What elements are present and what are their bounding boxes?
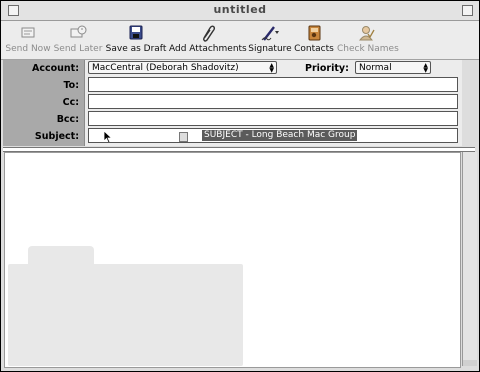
- title-bar[interactable]: untitled: [1, 1, 479, 21]
- popup-arrows-icon: ▲ ▼: [423, 62, 428, 74]
- drag-handle-icon: [179, 132, 188, 142]
- subject-value: SUBJECT - Long Beach Mac Group: [202, 130, 358, 141]
- folder-shape: [8, 264, 243, 366]
- toolbar: Send Now Send Later Save as Draft Add At…: [1, 21, 479, 60]
- arrow-cursor-icon: [103, 130, 113, 142]
- send-now-icon: [17, 24, 39, 42]
- paperclip-icon: [196, 24, 218, 42]
- popup-arrows-icon: ▲ ▼: [269, 62, 274, 74]
- to-label: To:: [63, 80, 79, 91]
- bcc-label: Bcc:: [56, 114, 79, 125]
- save-draft-icon: [125, 24, 147, 42]
- contacts-button[interactable]: Contacts: [294, 21, 334, 59]
- signature-pen-icon: [259, 24, 281, 42]
- add-attachments-button[interactable]: Add Attachments: [169, 21, 247, 59]
- priority-label: Priority:: [305, 63, 349, 74]
- cc-field[interactable]: [88, 94, 458, 109]
- priority-value: Normal: [359, 63, 392, 73]
- contacts-icon: [303, 24, 325, 42]
- header-label-column: Account: To: Cc: Bcc: Subject:: [3, 60, 85, 146]
- zoom-box-icon[interactable]: [462, 5, 473, 16]
- send-later-icon: [67, 24, 89, 42]
- bcc-field[interactable]: [88, 111, 458, 126]
- account-value: MacCentral (Deborah Shadovitz): [92, 63, 239, 73]
- account-popup[interactable]: MacCentral (Deborah Shadovitz) ▲ ▼: [88, 61, 277, 74]
- compose-window: untitled Send Now Send Later Save as Dra…: [0, 0, 480, 372]
- grow-box-icon[interactable]: [463, 360, 477, 366]
- account-label: Account:: [31, 63, 79, 74]
- check-names-icon: [355, 24, 377, 42]
- send-now-button[interactable]: Send Now: [5, 21, 51, 59]
- vertical-scrollbar[interactable]: [462, 152, 477, 366]
- priority-popup[interactable]: Normal ▲ ▼: [355, 61, 431, 74]
- to-field[interactable]: [88, 77, 458, 92]
- send-later-button[interactable]: Send Later: [53, 21, 103, 59]
- signature-button[interactable]: Signature: [247, 21, 293, 59]
- check-names-button[interactable]: Check Names: [337, 21, 399, 59]
- subject-field[interactable]: SUBJECT - Long Beach Mac Group: [88, 128, 458, 143]
- message-header: Account: To: Cc: Bcc: Subject: MacCentra…: [3, 60, 462, 146]
- window-title: untitled: [213, 3, 267, 16]
- cc-label: Cc:: [62, 97, 79, 108]
- subject-label: Subject:: [34, 131, 79, 142]
- save-as-draft-button[interactable]: Save as Draft: [105, 21, 167, 59]
